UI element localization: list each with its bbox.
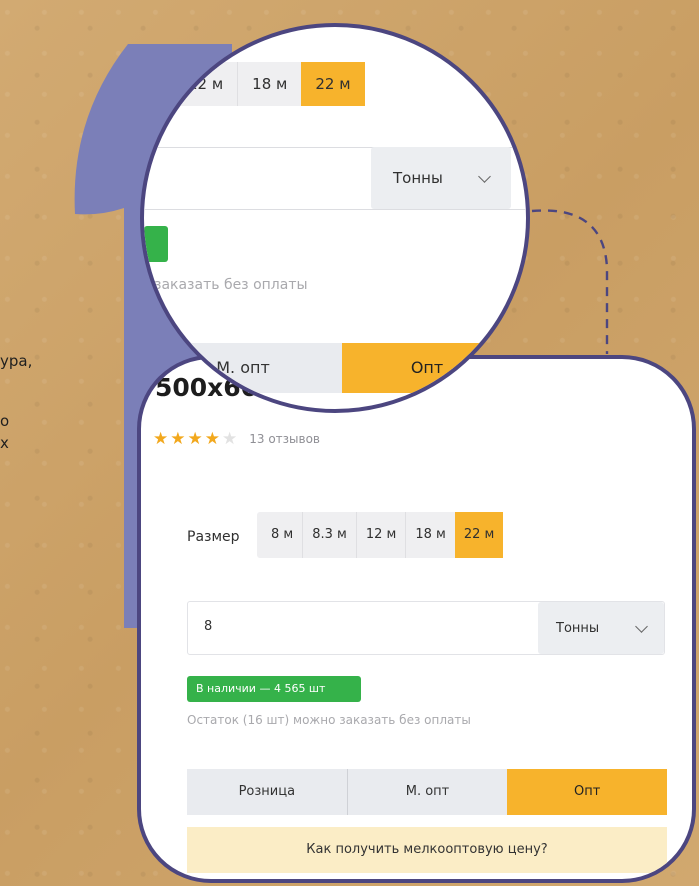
- tab-wholesale[interactable]: Опт: [507, 769, 668, 815]
- star-icon: ★: [187, 429, 203, 449]
- magnifier-circle: 12 м 18 м 22 м Тонны заказать без оплаты…: [140, 23, 530, 413]
- stock-badge: В наличии — 4 565 шт: [187, 676, 361, 702]
- product-card-panel: 500x60 ★ ★ ★ ★ ★ 13 отзывов Размер 8 м 8…: [137, 355, 696, 883]
- size-option-8m[interactable]: 8 м: [257, 512, 302, 558]
- magnified-unit-value: Тонны: [393, 169, 443, 187]
- star-empty-icon: ★: [222, 429, 238, 449]
- rating-stars[interactable]: ★ ★ ★ ★ ★ 13 отзывов: [153, 429, 320, 449]
- magnified-tab-wholesale[interactable]: Опт: [342, 343, 512, 393]
- magnified-unit-select[interactable]: Тонны: [371, 147, 511, 209]
- remainder-note: Остаток (16 шт) можно заказать без оплат…: [187, 713, 471, 727]
- magnified-remainder-note: заказать без оплаты: [154, 277, 308, 293]
- size-option-18m[interactable]: 18 м: [405, 512, 454, 558]
- magnified-size-22m[interactable]: 22 м: [301, 62, 365, 106]
- star-icon: ★: [204, 429, 220, 449]
- size-option-12m[interactable]: 12 м: [355, 512, 405, 558]
- size-option-8-3m[interactable]: 8.3 м: [302, 512, 356, 558]
- tab-retail[interactable]: Розница: [187, 769, 347, 815]
- quantity-value: 8: [204, 619, 213, 634]
- star-icon: ★: [170, 429, 186, 449]
- magnified-size-18m[interactable]: 18 м: [237, 62, 301, 106]
- star-icon: ★: [153, 429, 169, 449]
- tab-small-wholesale[interactable]: М. опт: [346, 769, 508, 815]
- size-option-22m[interactable]: 22 м: [454, 512, 504, 558]
- small-wholesale-price-hint[interactable]: Как получить мелкооптовую цену?: [187, 827, 667, 873]
- unit-select[interactable]: Тонны: [538, 602, 664, 654]
- reviews-link[interactable]: 13 отзывов: [249, 432, 320, 446]
- magnified-size-12m[interactable]: 12 м: [174, 62, 237, 106]
- magnified-input-border-bottom: [144, 209, 526, 210]
- size-selector: 8 м 8.3 м 12 м 18 м 22 м: [257, 512, 504, 558]
- unit-select-value: Тонны: [556, 620, 600, 636]
- quantity-input[interactable]: 8 Тонны: [187, 601, 665, 655]
- magnified-size-selector: 12 м 18 м 22 м: [174, 62, 365, 106]
- magnified-price-tabs: М. опт Опт: [144, 343, 512, 393]
- size-label: Размер: [187, 529, 240, 545]
- chevron-down-icon: [478, 169, 491, 183]
- chevron-down-icon: [635, 619, 648, 633]
- magnified-tab-small-wholesale[interactable]: М. опт: [144, 343, 342, 393]
- magnified-stock-badge: [144, 226, 168, 262]
- price-type-tabs: Розница М. опт Опт: [187, 769, 668, 815]
